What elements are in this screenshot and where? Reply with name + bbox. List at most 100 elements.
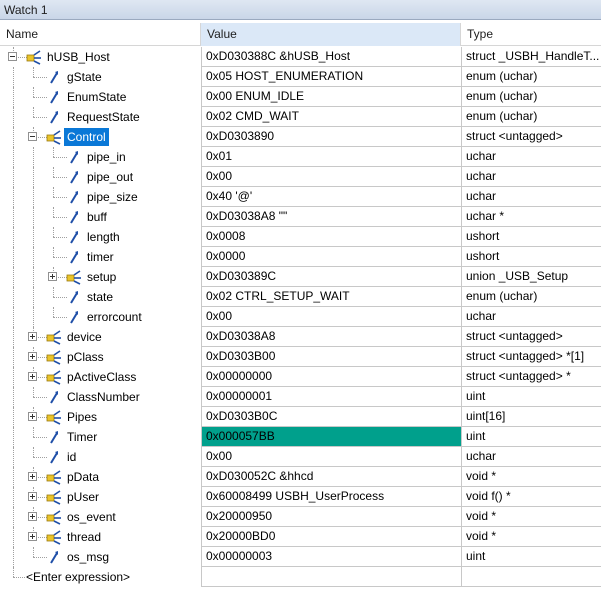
name-cell: thread	[0, 527, 201, 547]
name-cell: os_event	[0, 507, 201, 527]
value-cell[interactable]: 0x0000	[201, 247, 461, 267]
expand-toggle[interactable]	[28, 352, 37, 361]
field-icon	[46, 389, 62, 405]
value-cell[interactable]: 0xD0303890	[201, 127, 461, 147]
value-cell[interactable]: 0x20000BD0	[201, 527, 461, 547]
value-cell[interactable]: 0x60008499 USBH_UserProcess	[201, 487, 461, 507]
expand-toggle[interactable]	[28, 492, 37, 501]
name-cell: pActiveClass	[0, 367, 201, 387]
tree-line	[13, 67, 14, 87]
column-header-name[interactable]: Name	[0, 23, 201, 46]
value-cell[interactable]: 0x000057BB	[201, 427, 461, 447]
watch-row[interactable]: gState 0x05 HOST_ENUMERATION enum (uchar)	[0, 67, 601, 87]
expand-toggle[interactable]	[28, 372, 37, 381]
variable-name: gState	[67, 70, 102, 84]
value-cell[interactable]: 0xD030389C	[201, 267, 461, 287]
struct-icon	[46, 509, 62, 525]
value-cell[interactable]: 0x01	[201, 147, 461, 167]
watch-row[interactable]: timer 0x0000 ushort	[0, 247, 601, 267]
value-cell[interactable]: 0xD030388C &hUSB_Host	[201, 47, 461, 67]
column-header: Name Value Type	[0, 23, 601, 46]
expand-toggle[interactable]	[28, 532, 37, 541]
watch-row[interactable]: pipe_out 0x00 uchar	[0, 167, 601, 187]
watch-row[interactable]: os_msg 0x00000003 uint	[0, 547, 601, 567]
type-cell: struct _USBH_HandleT...	[461, 47, 601, 67]
column-header-type[interactable]: Type	[461, 23, 601, 46]
enter-expression-row[interactable]: <Enter expression>	[0, 567, 601, 587]
field-icon	[66, 209, 82, 225]
expand-toggle[interactable]	[28, 512, 37, 521]
value-cell[interactable]: 0x00	[201, 307, 461, 327]
type-cell: uint	[461, 387, 601, 407]
expand-toggle[interactable]	[48, 272, 57, 281]
value-cell[interactable]: 0x00000001	[201, 387, 461, 407]
type-cell: enum (uchar)	[461, 67, 601, 87]
variable-name: hUSB_Host	[47, 50, 110, 64]
value-cell[interactable]: 0xD03038A8 ""	[201, 207, 461, 227]
watch-row[interactable]: pData 0xD030052C &hhcd void *	[0, 467, 601, 487]
watch-row[interactable]: setup 0xD030389C union _USB_Setup	[0, 267, 601, 287]
value-cell[interactable]: 0x00 ENUM_IDLE	[201, 87, 461, 107]
variable-name: setup	[87, 270, 117, 284]
type-cell: uchar *	[461, 207, 601, 227]
value-cell[interactable]: 0x0008	[201, 227, 461, 247]
value-cell[interactable]: 0xD0303B0C	[201, 407, 461, 427]
tree-line	[13, 207, 14, 227]
watch-row[interactable]: state 0x02 CTRL_SETUP_WAIT enum (uchar)	[0, 287, 601, 307]
watch-row[interactable]: os_event 0x20000950 void *	[0, 507, 601, 527]
value-cell[interactable]: 0x00000003	[201, 547, 461, 567]
name-cell: os_msg	[0, 547, 201, 567]
value-cell[interactable]: 0xD030052C &hhcd	[201, 467, 461, 487]
tree-line	[13, 367, 14, 387]
value-cell[interactable]: 0x00000000	[201, 367, 461, 387]
value-cell[interactable]: 0x40 '@'	[201, 187, 461, 207]
type-cell: uchar	[461, 147, 601, 167]
watch-row[interactable]: id 0x00 uchar	[0, 447, 601, 467]
enter-expression-label[interactable]: <Enter expression>	[23, 568, 133, 586]
watch-row[interactable]: device 0xD03038A8 struct <untagged>	[0, 327, 601, 347]
value-cell[interactable]: 0xD03038A8	[201, 327, 461, 347]
field-icon	[46, 429, 62, 445]
expand-toggle[interactable]	[28, 472, 37, 481]
name-cell: length	[0, 227, 201, 247]
watch-row[interactable]: pClass 0xD0303B00 struct <untagged> *[1]	[0, 347, 601, 367]
type-cell: enum (uchar)	[461, 87, 601, 107]
collapse-toggle[interactable]	[8, 52, 17, 61]
tree-line	[33, 287, 34, 307]
collapse-toggle[interactable]	[28, 132, 37, 141]
tree-line	[13, 87, 14, 107]
value-cell[interactable]: 0x02 CTRL_SETUP_WAIT	[201, 287, 461, 307]
expand-toggle[interactable]	[28, 412, 37, 421]
value-cell[interactable]: 0x20000950	[201, 507, 461, 527]
value-cell[interactable]: 0x00	[201, 447, 461, 467]
watch-row[interactable]: hUSB_Host 0xD030388C &hUSB_Host struct _US…	[0, 47, 601, 67]
watch-row[interactable]: pipe_size 0x40 '@' uchar	[0, 187, 601, 207]
watch-row[interactable]: buff 0xD03038A8 "" uchar *	[0, 207, 601, 227]
variable-name: length	[87, 230, 120, 244]
value-cell[interactable]: 0x02 CMD_WAIT	[201, 107, 461, 127]
column-header-value[interactable]: Value	[201, 23, 461, 46]
value-cell[interactable]: 0x05 HOST_ENUMERATION	[201, 67, 461, 87]
value-cell[interactable]	[201, 567, 461, 587]
watch-row[interactable]: pActiveClass 0x00000000 struct <untagged> …	[0, 367, 601, 387]
name-cell: ClassNumber	[0, 387, 201, 407]
tree-line	[13, 247, 14, 267]
watch-row[interactable]: ClassNumber 0x00000001 uint	[0, 387, 601, 407]
value-cell[interactable]: 0x00	[201, 167, 461, 187]
watch-row[interactable]: RequestState 0x02 CMD_WAIT enum (uchar)	[0, 107, 601, 127]
watch-row[interactable]: EnumState 0x00 ENUM_IDLE enum (uchar)	[0, 87, 601, 107]
watch-row[interactable]: Pipes 0xD0303B0C uint[16]	[0, 407, 601, 427]
watch-row[interactable]: pUser 0x60008499 USBH_UserProcess void f()…	[0, 487, 601, 507]
watch-row[interactable]: errorcount 0x00 uchar	[0, 307, 601, 327]
variable-name: thread	[67, 530, 102, 544]
watch-row[interactable]: Control 0xD0303890 struct <untagged>	[0, 127, 601, 147]
name-cell: pClass	[0, 347, 201, 367]
value-cell[interactable]: 0xD0303B00	[201, 347, 461, 367]
watch-row[interactable]: length 0x0008 ushort	[0, 227, 601, 247]
struct-icon	[46, 409, 62, 425]
variable-name: Timer	[67, 430, 98, 444]
watch-row[interactable]: pipe_in 0x01 uchar	[0, 147, 601, 167]
expand-toggle[interactable]	[28, 332, 37, 341]
watch-row[interactable]: thread 0x20000BD0 void *	[0, 527, 601, 547]
watch-row[interactable]: Timer 0x000057BB uint	[0, 427, 601, 447]
